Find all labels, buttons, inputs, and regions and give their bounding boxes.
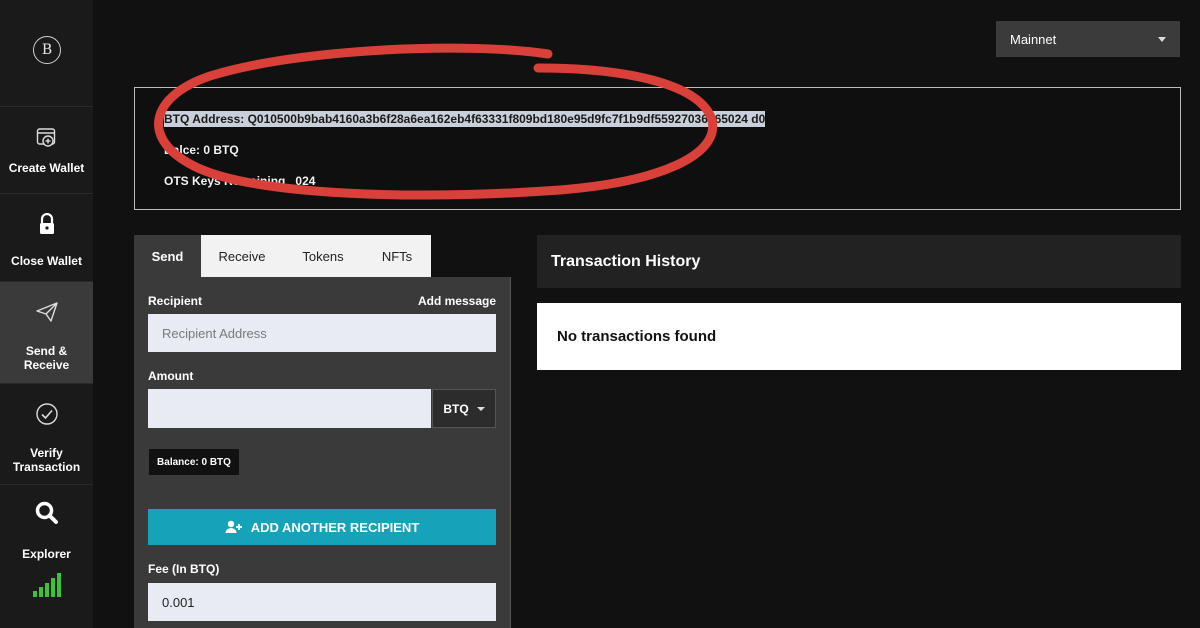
ots-keys-label: OTS Keys Remaining <box>164 174 286 188</box>
transaction-history-title: Transaction History <box>537 235 1181 288</box>
paper-plane-icon <box>35 298 59 326</box>
network-select-value: Mainnet <box>1010 31 1057 47</box>
send-panel: Recipient Add message Recipient Address … <box>134 277 511 628</box>
wallet-balance-label: Bal <box>164 143 183 157</box>
add-recipient-button[interactable]: ADD ANOTHER RECIPIENT <box>148 509 496 545</box>
tab-send[interactable]: Send <box>134 235 201 277</box>
sidebar-item-label: Explorer <box>22 547 71 561</box>
chevron-down-icon <box>476 406 485 411</box>
sidebar-item-label: Close Wallet <box>11 254 82 268</box>
wallet-address-end: d0 <box>751 111 766 127</box>
wallet-balance-value: ce: 0 BTQ <box>182 143 239 157</box>
add-user-icon <box>225 520 242 533</box>
send-panel-tabs: Send Receive Tokens NFTs <box>134 235 431 277</box>
sidebar-item-send-receive[interactable]: Send & Receive <box>0 281 93 383</box>
signal-bars-icon <box>33 573 61 597</box>
amount-label: Amount <box>148 369 194 383</box>
wallet-address-line: BTQ Address: Q010500b9bab4160a3b6f28a6ea… <box>164 111 766 127</box>
wallet-balance-line: Balce: 0 BTQ <box>164 143 239 157</box>
sidebar-item-label: Send & Receive <box>23 344 70 372</box>
sidebar: B Create Wallet Close Wallet Send & Rece… <box>0 0 93 628</box>
recipient-input[interactable]: Recipient Address <box>148 314 496 352</box>
tab-tokens[interactable]: Tokens <box>283 235 363 277</box>
fee-label: Fee (In BTQ) <box>148 562 220 576</box>
wallet-info-box: BTQ Address: Q010500b9bab4160a3b6f28a6ea… <box>134 87 1181 210</box>
sidebar-item-explorer[interactable]: Explorer <box>0 484 93 570</box>
search-icon <box>34 499 60 527</box>
wallet-address-label: BTQ Address: <box>164 111 245 127</box>
sidebar-item-verify-transaction[interactable]: Verify Transaction <box>0 383 93 484</box>
network-select[interactable]: Mainnet <box>996 21 1180 57</box>
add-recipient-label: ADD ANOTHER RECIPIENT <box>250 519 420 535</box>
check-circle-icon <box>35 400 59 428</box>
app-logo: B <box>33 36 61 64</box>
tab-receive[interactable]: Receive <box>201 235 283 277</box>
amount-input[interactable] <box>148 389 431 428</box>
wallet-address[interactable]: Q010500b9bab4160a3b6f28a6ea162eb4f63331f… <box>247 111 748 127</box>
create-wallet-icon <box>35 123 59 151</box>
unit-select-value: BTQ <box>443 401 469 416</box>
chevron-down-icon <box>1158 36 1166 42</box>
sidebar-item-label: Create Wallet <box>8 161 85 175</box>
tab-nfts[interactable]: NFTs <box>363 235 431 277</box>
ots-keys-value: 024 <box>295 174 316 188</box>
sidebar-item-close-wallet[interactable]: Close Wallet <box>0 193 93 281</box>
transaction-history-empty: No transactions found <box>537 303 1181 370</box>
unit-select[interactable]: BTQ <box>432 389 496 428</box>
balance-badge: Balance: 0 BTQ <box>149 449 239 475</box>
fee-input[interactable]: 0.001 <box>148 583 496 621</box>
add-message-link[interactable]: Add message <box>418 294 496 308</box>
sidebar-item-label: Verify Transaction <box>12 446 81 474</box>
ots-keys-line: OTS Keys Remaining 024 <box>164 174 315 188</box>
lock-icon <box>38 210 56 238</box>
recipient-label: Recipient <box>148 294 203 308</box>
sidebar-item-create-wallet[interactable]: Create Wallet <box>0 106 93 193</box>
